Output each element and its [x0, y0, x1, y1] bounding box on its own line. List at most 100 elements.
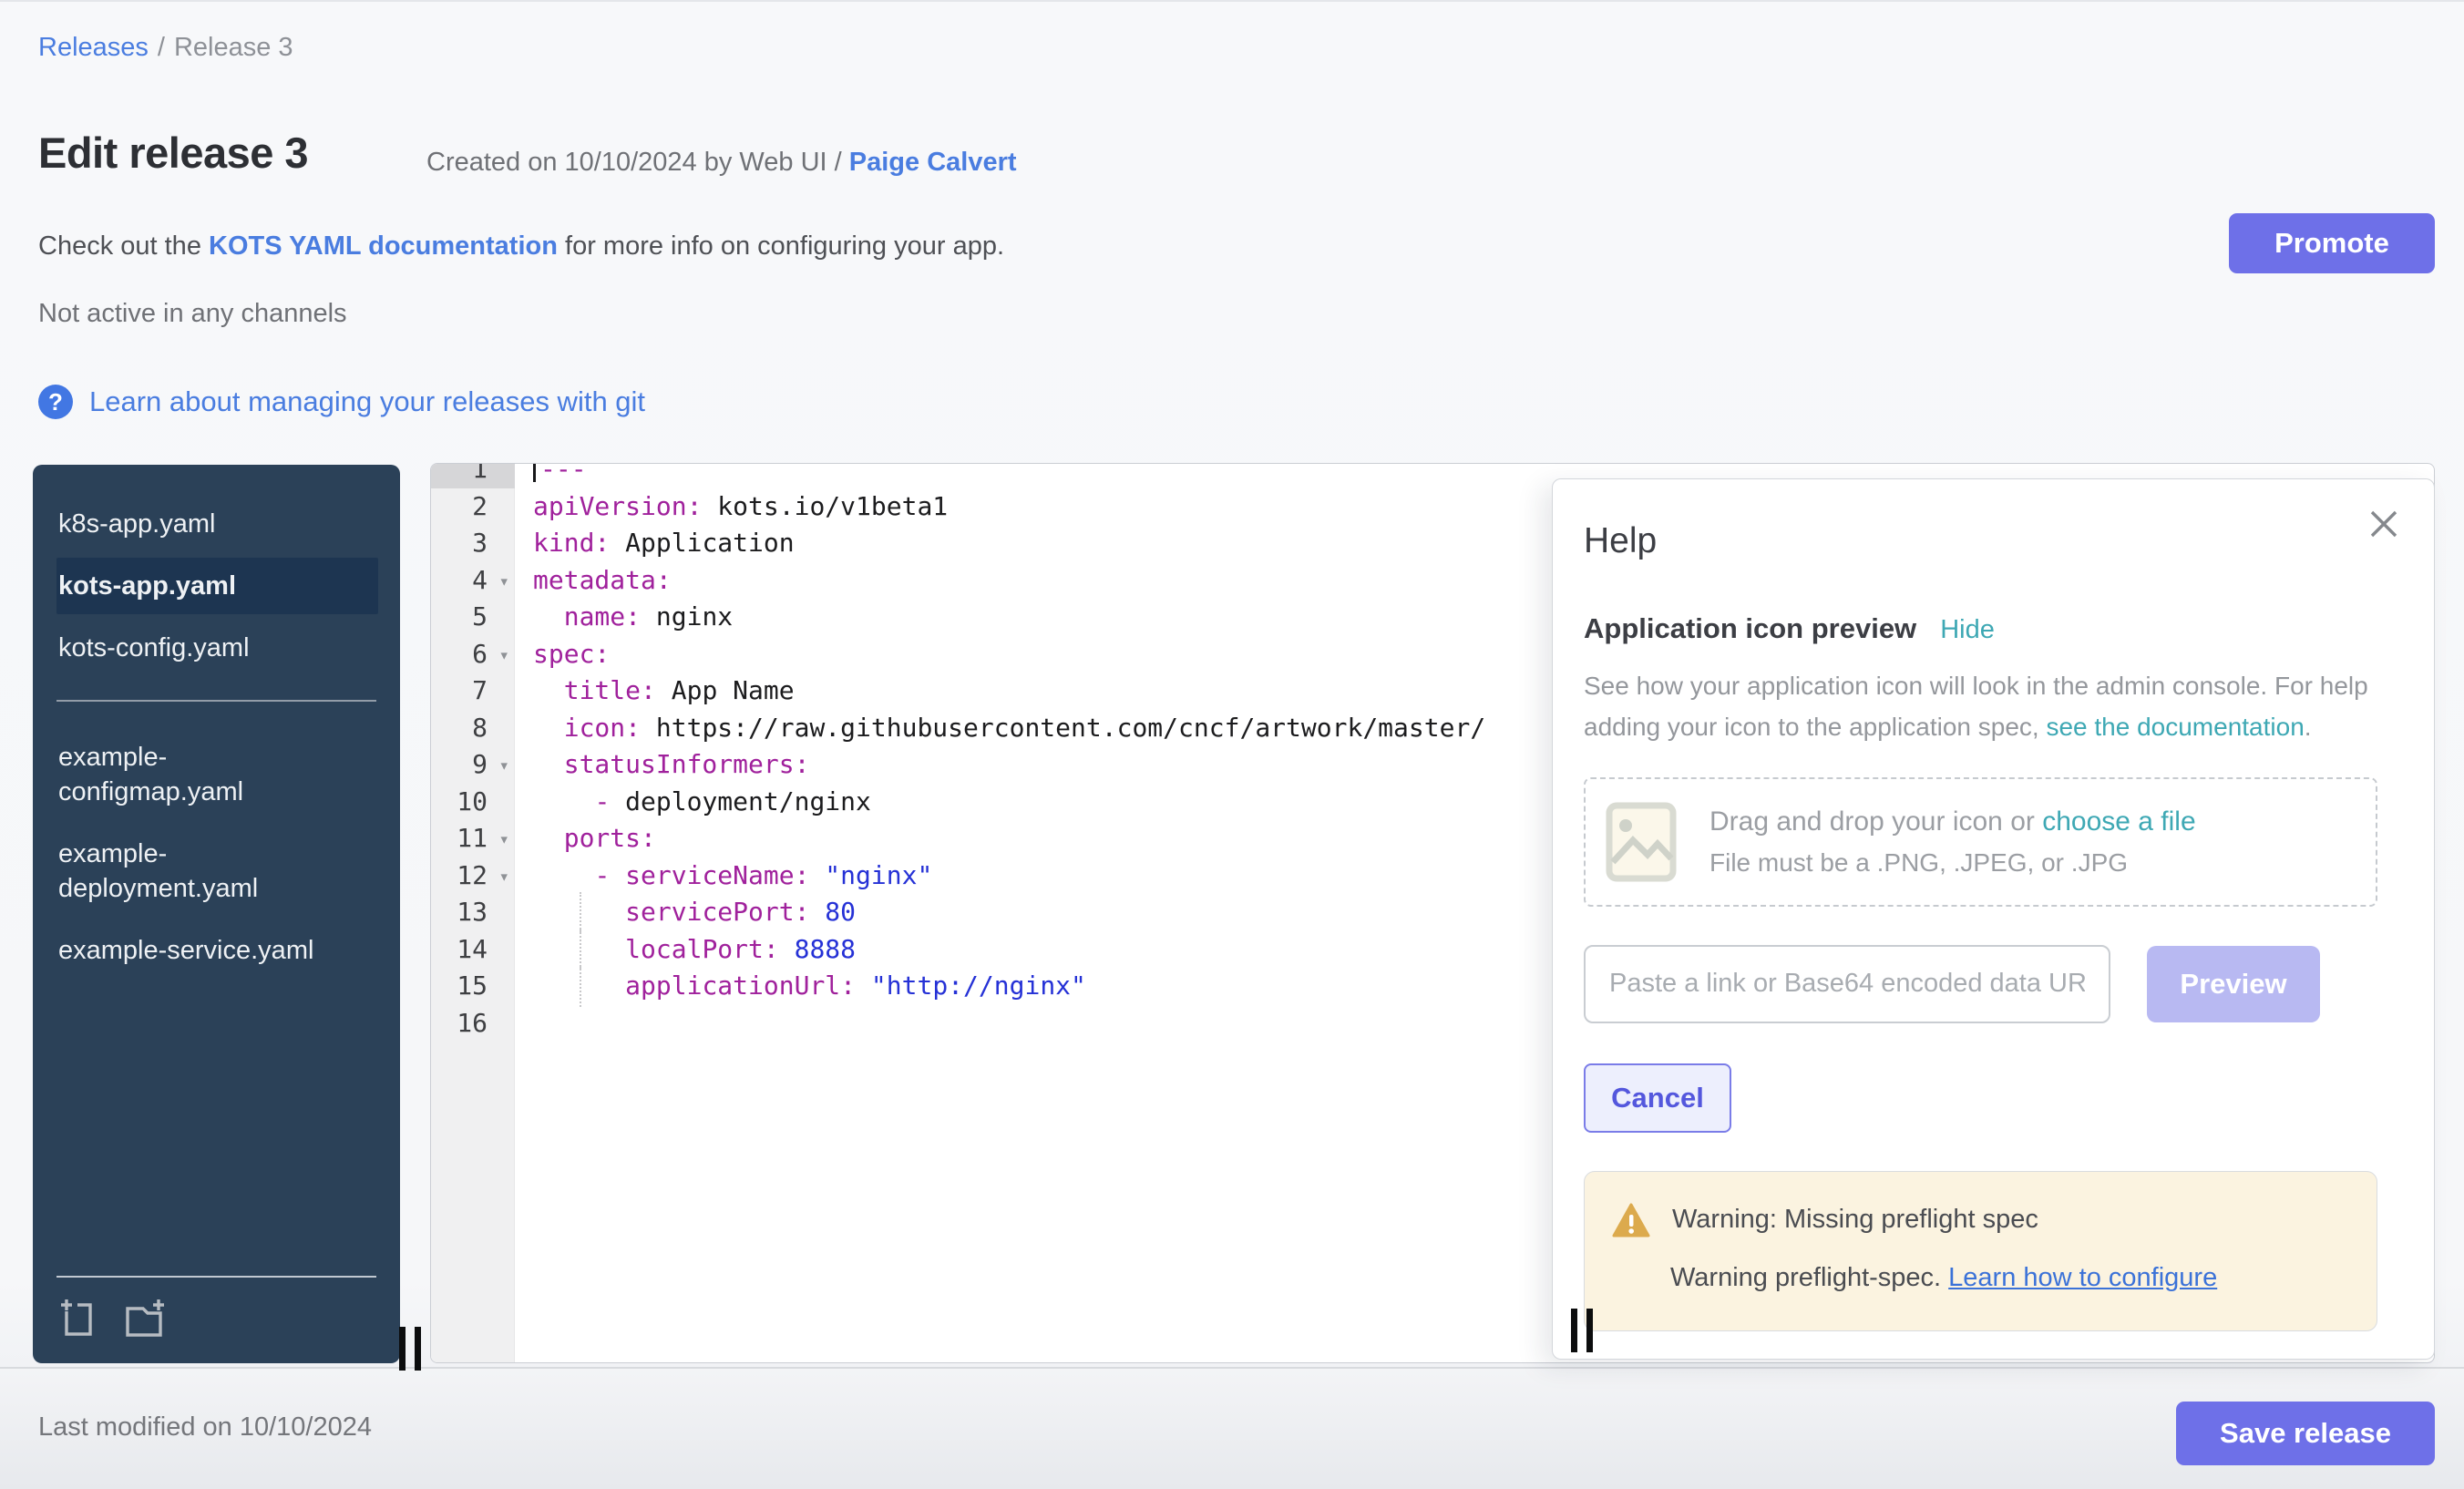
indent-guide — [580, 892, 581, 933]
add-file-icon[interactable] — [56, 1298, 98, 1340]
breadcrumb-current: Release 3 — [174, 33, 293, 62]
sidebar-resize-handle[interactable] — [399, 1327, 421, 1371]
code-line-content: metadata: — [515, 562, 672, 600]
cancel-button[interactable]: Cancel — [1584, 1063, 1731, 1133]
code-line-content: localPort: 8888 — [515, 931, 856, 969]
breadcrumb-separator: / — [158, 33, 165, 62]
save-release-button[interactable]: Save release — [2176, 1402, 2435, 1465]
intro-post: for more info on configuring your app. — [558, 231, 1004, 261]
icon-preview-title: Application icon preview — [1584, 612, 1916, 645]
line-number: 13 — [431, 894, 515, 931]
text-cursor — [533, 463, 536, 482]
code-line-content — [515, 1005, 533, 1042]
code-line-content: kind: Application — [515, 525, 795, 562]
code-line-content: ports: — [515, 820, 656, 857]
kots-yaml-docs-link[interactable]: KOTS YAML documentation — [209, 231, 558, 261]
help-title: Help — [1584, 521, 2377, 561]
help-panel: Help Application icon preview Hide See h… — [1552, 478, 2435, 1360]
line-number: 15 — [431, 968, 515, 1005]
line-number: 6▾ — [431, 636, 515, 673]
icon-dropzone[interactable]: Drag and drop your icon or choose a file… — [1584, 777, 2377, 907]
file-group-divider — [56, 700, 376, 702]
indent-guide — [580, 929, 581, 970]
question-icon: ? — [38, 385, 73, 419]
file-item-example-service.yaml[interactable]: example-service.yaml — [56, 922, 378, 979]
warning-body-text: Warning preflight-spec. — [1670, 1263, 1948, 1292]
fold-arrow-icon[interactable]: ▾ — [499, 637, 509, 674]
warning-title: Warning: Missing preflight spec — [1672, 1205, 2038, 1235]
file-item-kots-config.yaml[interactable]: kots-config.yaml — [56, 620, 378, 676]
learn-configure-link[interactable]: Learn how to configure — [1948, 1263, 2217, 1292]
fold-arrow-icon[interactable]: ▾ — [499, 858, 509, 896]
file-item-k8s-app.yaml[interactable]: k8s-app.yaml — [56, 496, 378, 552]
line-number: 16 — [431, 1005, 515, 1042]
code-line-content: icon: https://raw.githubusercontent.com/… — [515, 710, 1485, 747]
icon-url-row: Preview — [1584, 945, 2377, 1023]
file-list: k8s-app.yaml kots-app.yaml kots-config.yam… — [33, 496, 400, 979]
git-help-label: Learn about managing your releases with … — [89, 385, 645, 418]
line-number: 2 — [431, 488, 515, 526]
breadcrumb-releases-link[interactable]: Releases — [38, 33, 149, 62]
fold-arrow-icon[interactable]: ▾ — [499, 563, 509, 601]
see-documentation-link[interactable]: see the documentation — [2046, 713, 2304, 741]
sidebar-footer — [56, 1276, 376, 1340]
help-panel-resize-handle[interactable] — [1571, 1309, 1593, 1352]
created-text: Created on 10/10/2024 by Web UI / — [426, 148, 849, 177]
file-item-example-configmap.yaml[interactable]: example-configmap.yaml — [56, 729, 378, 820]
close-icon[interactable] — [2366, 507, 2401, 541]
fold-arrow-icon[interactable]: ▾ — [499, 747, 509, 785]
code-line-content: spec: — [515, 636, 610, 673]
channel-status-text: Not active in any channels — [38, 299, 347, 329]
docs-intro-line: Check out the KOTS YAML documentation fo… — [38, 231, 1004, 262]
line-number: 7 — [431, 673, 515, 710]
line-number: 5 — [431, 599, 515, 636]
image-placeholder-icon — [1606, 802, 1677, 882]
intro-pre: Check out the — [38, 231, 209, 261]
icon-url-input[interactable] — [1584, 945, 2110, 1023]
indent-guide — [580, 966, 581, 1007]
file-sidebar: k8s-app.yaml kots-app.yaml kots-config.yam… — [33, 465, 400, 1363]
choose-file-link[interactable]: choose a file — [2042, 806, 2195, 837]
code-line-content: - deployment/nginx — [515, 784, 871, 821]
code-line-content: apiVersion: kots.io/v1beta1 — [515, 488, 948, 526]
fold-arrow-icon[interactable]: ▾ — [499, 821, 509, 858]
code-line-content: --- — [515, 463, 587, 488]
line-number: 11▾ — [431, 820, 515, 857]
workspace: k8s-app.yaml kots-app.yaml kots-config.yam… — [0, 463, 2464, 1365]
git-help-link[interactable]: ? Learn about managing your releases wit… — [38, 385, 645, 419]
code-line-content: applicationUrl: "http://nginx" — [515, 968, 1086, 1005]
footer-bar: Last modified on 10/10/2024 Save release — [0, 1367, 2464, 1489]
code-line-content: statusInformers: — [515, 746, 809, 784]
line-number: 14 — [431, 931, 515, 969]
last-modified-text: Last modified on 10/10/2024 — [38, 1412, 372, 1443]
line-number: 8 — [431, 710, 515, 747]
breadcrumb: Releases / Release 3 — [38, 33, 293, 63]
line-number: 3 — [431, 525, 515, 562]
line-number: 9▾ — [431, 746, 515, 784]
author-link[interactable]: Paige Calvert — [849, 148, 1017, 177]
preflight-warning-box: Warning: Missing preflight spec Warning … — [1584, 1171, 2377, 1331]
line-number: 4▾ — [431, 562, 515, 600]
code-line-content: title: App Name — [515, 673, 795, 710]
dropzone-prompt: Drag and drop your icon or — [1709, 806, 2042, 837]
promote-button[interactable]: Promote — [2229, 213, 2435, 273]
warning-triangle-icon — [1612, 1203, 1650, 1237]
dropzone-text: Drag and drop your icon or choose a file… — [1709, 806, 2196, 878]
icon-preview-description: See how your application icon will look … — [1584, 665, 2377, 748]
file-item-kots-app.yaml[interactable]: kots-app.yaml — [56, 558, 378, 614]
hide-link[interactable]: Hide — [1940, 615, 1995, 645]
preview-button[interactable]: Preview — [2147, 946, 2320, 1022]
add-folder-icon[interactable] — [124, 1298, 171, 1340]
desc-post: . — [2305, 713, 2312, 741]
page-title: Edit release 3 — [38, 128, 308, 178]
icon-preview-section-header: Application icon preview Hide — [1584, 612, 2377, 645]
line-number: 12▾ — [431, 857, 515, 895]
code-line-content: name: nginx — [515, 599, 733, 636]
code-line-content: servicePort: 80 — [515, 894, 856, 931]
created-line: Created on 10/10/2024 by Web UI / Paige … — [426, 148, 1017, 178]
line-number: 10 — [431, 784, 515, 821]
code-line-content: - serviceName: "nginx" — [515, 857, 932, 895]
file-item-example-deployment.yaml[interactable]: example-deployment.yaml — [56, 826, 378, 917]
line-number: 1 — [431, 463, 515, 488]
dropzone-requirements: File must be a .PNG, .JPEG, or .JPG — [1709, 848, 2196, 878]
